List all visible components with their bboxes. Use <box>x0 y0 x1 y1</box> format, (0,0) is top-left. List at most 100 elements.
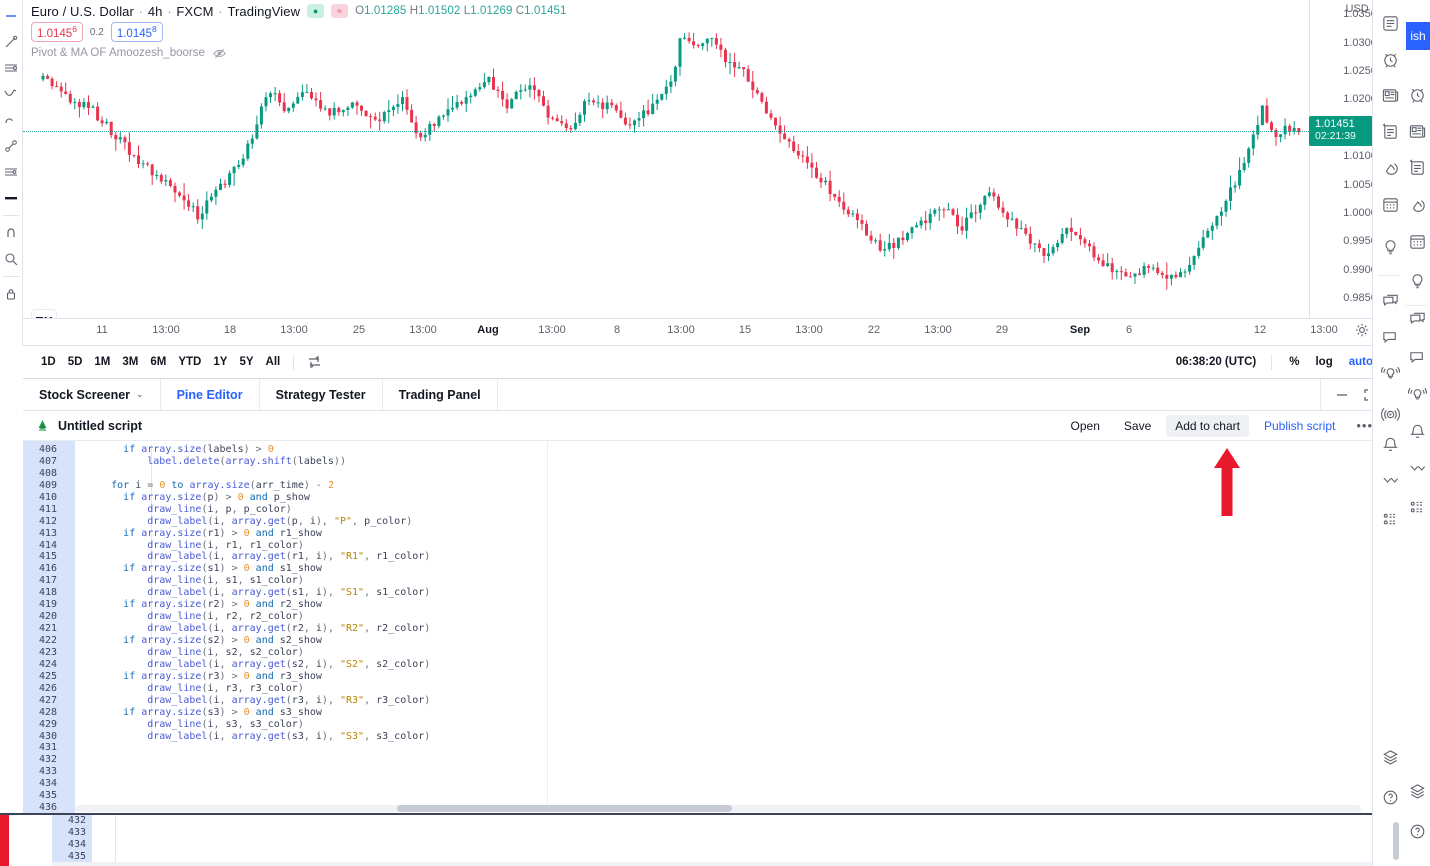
code-line[interactable]: if array.size(r2) > 0 and r2_show <box>75 599 1391 611</box>
stream-icon[interactable] <box>1375 399 1405 429</box>
time-axis[interactable]: 1113:001813:002513:00Aug13:00813:001513:… <box>23 318 1391 344</box>
code-line[interactable] <box>75 790 1391 802</box>
percent-scale-button[interactable]: % <box>1283 353 1305 371</box>
cursor-icon[interactable] <box>1 4 21 28</box>
replay-icon[interactable] <box>301 352 328 372</box>
horizontal-scrollbar-thumb[interactable] <box>397 805 732 812</box>
notification-icon[interactable] <box>1375 429 1405 459</box>
notification-icon[interactable] <box>1402 416 1430 446</box>
broadcast-icon[interactable] <box>1375 358 1405 388</box>
script-actions[interactable]: OpenSaveAdd to chartPublish script••• <box>1062 415 1379 437</box>
layers-icon[interactable] <box>1402 776 1430 806</box>
code-line[interactable]: draw_line(i, r2, r2_color) <box>75 611 1391 623</box>
code-line[interactable]: if array.size(s1) > 0 and s1_show <box>75 563 1391 575</box>
public-chat-icon[interactable] <box>1375 322 1405 352</box>
range-button-1y[interactable]: 1Y <box>207 353 233 371</box>
chevrons-icon[interactable] <box>1402 454 1430 484</box>
ruler-icon[interactable] <box>1 186 21 210</box>
news-icon[interactable] <box>1375 80 1405 110</box>
fib-icon[interactable] <box>1 160 21 184</box>
alarm-clock-icon[interactable] <box>1402 79 1430 109</box>
minimize-icon[interactable] <box>1335 388 1349 402</box>
calendar-icon[interactable] <box>1375 189 1405 219</box>
trend-line-icon[interactable] <box>1 30 21 54</box>
range-button-all[interactable]: All <box>260 353 287 371</box>
tab-trading-panel[interactable]: Trading Panel <box>383 379 498 410</box>
code-line[interactable]: label.delete(array.shift(labels)) <box>75 456 1391 468</box>
zoom-icon[interactable] <box>1 247 21 271</box>
code-line[interactable]: draw_line(i, s3, s3_color) <box>75 719 1391 731</box>
left-drawing-toolbar[interactable] <box>0 0 23 345</box>
right-sidebar-overlap[interactable] <box>1402 18 1430 866</box>
code-line[interactable]: if array.size(labels) > 0 <box>75 444 1391 456</box>
lock-icon[interactable] <box>1 282 21 306</box>
horizontal-scrollbar-track[interactable] <box>75 805 1361 812</box>
ideas-icon[interactable] <box>1402 266 1430 296</box>
range-bar-right[interactable]: 06:38:20 (UTC) % log auto <box>1176 353 1379 371</box>
alarm-clock-icon[interactable] <box>1375 44 1405 74</box>
code-line[interactable]: if array.size(s2) > 0 and s2_show <box>75 635 1391 647</box>
add-to-chart-button[interactable]: Add to chart <box>1166 415 1249 437</box>
code-line[interactable]: if array.size(p) > 0 and p_show <box>75 492 1391 504</box>
brush-icon[interactable] <box>1 108 21 132</box>
code-line[interactable]: draw_line(i, r1, r1_color) <box>75 540 1391 552</box>
code-lines[interactable]: if array.size(labels) > 0 label.delete(a… <box>75 441 1391 814</box>
ish-highlight-badge[interactable]: ish <box>1406 22 1430 50</box>
hotlist-icon[interactable] <box>1402 189 1430 219</box>
chart-pane[interactable]: Euro / U.S. Dollar · 4h · FXCM · Trading… <box>23 0 1391 345</box>
range-button-1m[interactable]: 1M <box>88 353 116 371</box>
chevrons-icon[interactable] <box>1375 466 1405 496</box>
layers-icon[interactable] <box>1375 742 1405 772</box>
code-line[interactable] <box>75 742 1391 754</box>
code-line[interactable]: draw_label(i, array.get(s3, i), "S3", s3… <box>75 731 1391 743</box>
ideas-icon[interactable] <box>1375 232 1405 262</box>
right-rail-scrollbar-thumb[interactable] <box>1393 822 1399 860</box>
code-line[interactable]: draw_line(i, s1, s1_color) <box>75 575 1391 587</box>
code-line[interactable]: draw_line(i, p, p_color) <box>75 504 1391 516</box>
code-line[interactable]: for i = 0 to array.size(arr_time) - 2 <box>75 480 1391 492</box>
chat-icon[interactable] <box>1402 304 1430 334</box>
panel-tabs-host[interactable]: Stock Screener⌄Pine EditorStrategy Teste… <box>23 379 498 410</box>
magnet-icon[interactable] <box>1 221 21 245</box>
code-line[interactable]: draw_label(i, array.get(r1, i), "R1", r1… <box>75 551 1391 563</box>
code-line[interactable] <box>75 468 1391 480</box>
session-clock[interactable]: 06:38:20 (UTC) <box>1176 356 1261 368</box>
publish-script-button[interactable]: Publish script <box>1255 415 1344 437</box>
log-scale-button[interactable]: log <box>1309 353 1338 371</box>
notes-icon[interactable] <box>1375 116 1405 146</box>
code-line[interactable]: if array.size(r3) > 0 and r3_show <box>75 671 1391 683</box>
code-line[interactable] <box>75 778 1391 790</box>
tab-stock-screener[interactable]: Stock Screener⌄ <box>23 379 161 410</box>
public-chat-icon[interactable] <box>1402 342 1430 372</box>
range-button-5y[interactable]: 5Y <box>233 353 259 371</box>
horizontal-line-icon[interactable] <box>1 56 21 80</box>
gutter-fold-strip[interactable] <box>63 441 75 814</box>
range-button-3m[interactable]: 3M <box>116 353 144 371</box>
chart-settings-gear-icon[interactable] <box>1355 323 1369 337</box>
code-line[interactable]: draw_label(i, array.get(p, i), "P", p_co… <box>75 516 1391 528</box>
range-button-5d[interactable]: 5D <box>62 353 89 371</box>
script-toolbar[interactable]: Untitled script Open Save Add to chart Publ… <box>23 411 1391 441</box>
broadcast-icon[interactable] <box>1402 379 1430 409</box>
script-name-label[interactable]: Untitled script <box>58 419 142 433</box>
code-editor[interactable]: 4064074084094104114124134144154164174184… <box>23 441 1391 814</box>
panel-tab-bar[interactable]: Stock Screener⌄Pine EditorStrategy Teste… <box>23 379 1391 411</box>
object-tree-icon[interactable] <box>1402 492 1430 522</box>
chat-icon[interactable] <box>1375 286 1405 316</box>
range-button-6m[interactable]: 6M <box>144 353 172 371</box>
pine-editor-panel[interactable]: Stock Screener⌄Pine EditorStrategy Teste… <box>23 378 1391 813</box>
calendar-icon[interactable] <box>1402 226 1430 256</box>
open-button[interactable]: Open <box>1062 415 1109 437</box>
script-title[interactable]: Untitled script <box>35 418 142 433</box>
object-tree-icon[interactable] <box>1375 504 1405 534</box>
candlestick-plot[interactable] <box>23 0 1309 318</box>
code-line[interactable]: if array.size(r1) > 0 and r1_show <box>75 528 1391 540</box>
code-line[interactable] <box>75 754 1391 766</box>
save-button[interactable]: Save <box>1115 415 1160 437</box>
time-range-bar[interactable]: 1D5D1M3M6MYTD1Y5YAll 06:38:20 (UTC) % lo… <box>23 345 1391 378</box>
right-sidebar-primary[interactable] <box>1372 0 1406 866</box>
hotlist-icon[interactable] <box>1375 152 1405 182</box>
code-line[interactable] <box>75 766 1391 778</box>
news-icon[interactable] <box>1402 116 1430 146</box>
code-line[interactable]: draw_label(i, array.get(s2, i), "S2", s2… <box>75 659 1391 671</box>
